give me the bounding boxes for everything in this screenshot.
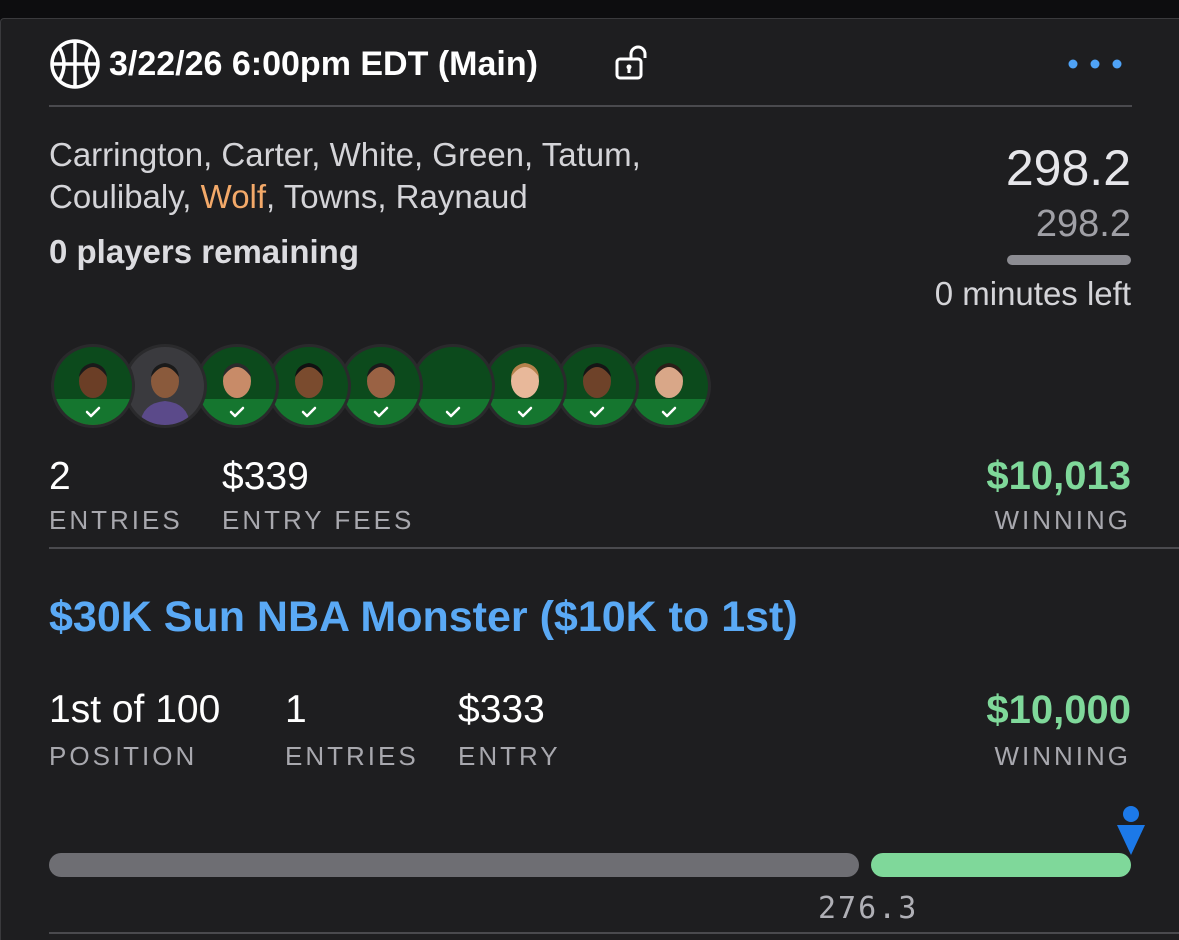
entry-fees-label: ENTRY FEES [222, 505, 415, 535]
player-names: Coulibaly, [49, 178, 201, 215]
total-winning-value: $10,013 [986, 454, 1131, 498]
check-icon [517, 406, 533, 418]
entry-fees-value: $339 [222, 455, 309, 498]
check-icon [301, 406, 317, 418]
contest-title-link[interactable]: $30K Sun NBA Monster ($10K to 1st) [49, 593, 798, 642]
payout-progress-paid [871, 853, 1131, 877]
check-icon [589, 406, 605, 418]
status-bar [270, 399, 348, 425]
contest-winning-label: WINNING [994, 741, 1131, 771]
unlock-icon [615, 45, 647, 80]
avatar-wolf[interactable] [483, 344, 567, 428]
summary-divider [49, 547, 1179, 549]
entry-fee-label: ENTRY [458, 741, 561, 771]
status-bar [630, 399, 708, 425]
avatar-carter[interactable] [123, 344, 207, 428]
check-icon [661, 406, 677, 418]
ellipsis-icon [1068, 59, 1122, 69]
score-progress-bar [1007, 255, 1131, 265]
avatar-coulibaly[interactable] [411, 344, 495, 428]
status-bar [54, 399, 132, 425]
payout-cutoff-score: 276.3 [818, 891, 919, 926]
entries-count: 2 [49, 455, 71, 498]
status-bar [558, 399, 636, 425]
status-bar [414, 399, 492, 425]
contest-card: 3/22/26 6:00pm EDT (Main) Carrington, Ca… [0, 18, 1179, 940]
contest-entries-value: 1 [285, 688, 307, 731]
header-divider [49, 105, 1132, 107]
more-options-button[interactable] [1061, 51, 1131, 77]
status-bar [486, 399, 564, 425]
player-names-rest: , Towns, Raynaud [266, 178, 528, 215]
lineup-score: 298.2 [1005, 140, 1131, 196]
players-list-line1: Carrington, Carter, White, Green, Tatum, [49, 136, 641, 173]
total-winning-label: WINNING [994, 505, 1131, 535]
entry-fee-value: $333 [458, 688, 545, 731]
status-bar [342, 399, 420, 425]
position-value: 1st of 100 [49, 688, 221, 731]
check-icon [229, 406, 245, 418]
payout-progress-unpaid [49, 853, 859, 877]
projected-score: 298.2 [1035, 203, 1131, 245]
contest-winning-value: $10,000 [986, 688, 1131, 732]
check-icon [373, 406, 389, 418]
avatar-tatum[interactable] [339, 344, 423, 428]
avatar-carrington[interactable] [51, 344, 135, 428]
contest-entries-label: ENTRIES [285, 741, 419, 771]
player-highlight: Wolf [200, 178, 267, 215]
bottom-divider [49, 932, 1179, 934]
players-list-line2: Coulibaly, Wolf, Towns, Raynaud [49, 178, 528, 216]
status-bar [198, 399, 276, 425]
time-left: 0 minutes left [934, 275, 1131, 312]
avatar-green[interactable] [267, 344, 351, 428]
slate-title: 3/22/26 6:00pm EDT (Main) [109, 45, 538, 83]
avatar-raynaud[interactable] [627, 344, 711, 428]
basketball-icon [50, 39, 100, 89]
entries-label: ENTRIES [49, 505, 183, 535]
players-remaining: 0 players remaining [49, 233, 359, 270]
position-label: POSITION [49, 741, 198, 771]
avatar-white[interactable] [195, 344, 279, 428]
avatar-towns[interactable] [555, 344, 639, 428]
check-icon [445, 406, 461, 418]
check-icon [85, 406, 101, 418]
person-marker-icon [1117, 806, 1145, 855]
